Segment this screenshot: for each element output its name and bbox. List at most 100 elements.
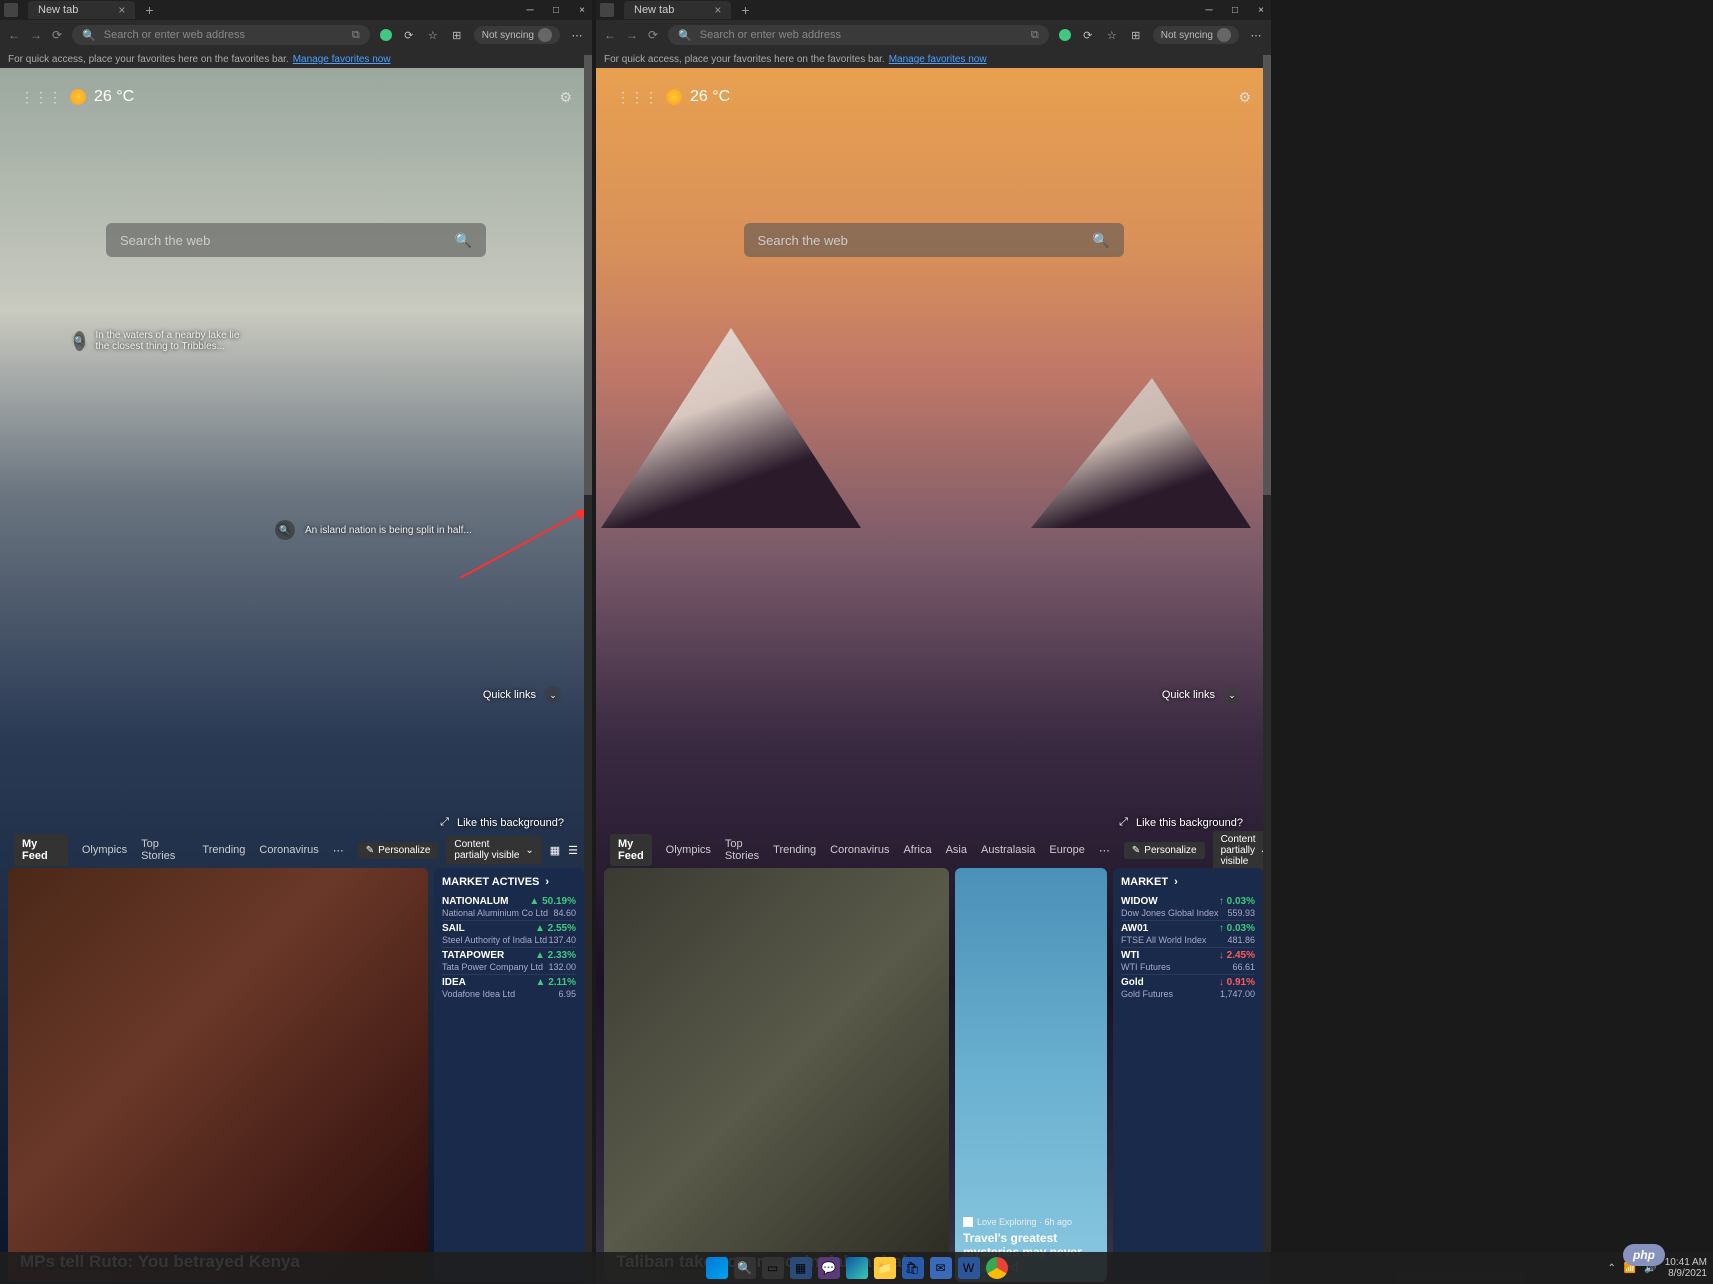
content-visibility-button[interactable]: Content partially visible⌄: [446, 836, 541, 864]
new-tab-button[interactable]: +: [145, 2, 153, 18]
feed-tab-more[interactable]: ⋯: [333, 844, 344, 857]
reader-icon[interactable]: ⧉: [1031, 29, 1039, 42]
ntp-search-box[interactable]: Search the web 🔍: [744, 223, 1124, 257]
image-hotspot[interactable]: 🔍 An island nation is being split in hal…: [275, 520, 472, 540]
feed-tab-trending[interactable]: Trending: [773, 844, 816, 856]
maximize-icon[interactable]: □: [1229, 5, 1241, 16]
tray-chevron-icon[interactable]: ⌃: [1607, 1263, 1615, 1274]
personalize-button[interactable]: ✎Personalize: [358, 842, 439, 859]
back-icon[interactable]: ←: [8, 28, 20, 42]
extension-icon[interactable]: [1059, 29, 1071, 41]
collections-icon[interactable]: ⊞: [1129, 28, 1143, 42]
chat-icon[interactable]: 💬: [818, 1257, 840, 1279]
market-row[interactable]: SAIL▲ 2.55% Steel Authority of India Ltd…: [442, 920, 576, 947]
like-background[interactable]: ⤢ Like this background?: [1119, 816, 1243, 829]
mail-icon[interactable]: ✉: [930, 1257, 952, 1279]
sync-icon[interactable]: ⟳: [402, 28, 416, 42]
personalize-button[interactable]: ✎Personalize: [1124, 842, 1205, 859]
ntp-search-box[interactable]: Search the web 🔍: [106, 223, 486, 257]
feed-tab-europe[interactable]: Europe: [1049, 844, 1084, 856]
like-background[interactable]: ⤢ Like this background?: [440, 816, 564, 829]
menu-icon[interactable]: ⋯: [570, 28, 584, 42]
news-side-card[interactable]: Love Exploring · 6h ago Travel's greates…: [955, 868, 1107, 1282]
market-row[interactable]: NATIONALUM▲ 50.19% National Aluminium Co…: [442, 894, 576, 920]
market-row[interactable]: AW01↑ 0.03% FTSE All World Index481.86: [1121, 920, 1255, 947]
settings-gear-icon[interactable]: ⚙: [1238, 89, 1251, 106]
chevron-down-icon[interactable]: ⌄: [544, 686, 562, 704]
market-row[interactable]: TATAPOWER▲ 2.33% Tata Power Company Ltd1…: [442, 947, 576, 974]
chrome-icon[interactable]: [986, 1257, 1008, 1279]
feed-tab-more[interactable]: ⋯: [1099, 844, 1110, 857]
refresh-icon[interactable]: ⟳: [52, 28, 62, 42]
address-bar[interactable]: 🔍 Search or enter web address ⧉: [668, 25, 1049, 45]
minimize-icon[interactable]: ─: [1203, 5, 1215, 16]
news-hero-card[interactable]: Taliban takes over provincial capital: [604, 868, 949, 1282]
feed-tab-olympics[interactable]: Olympics: [666, 844, 711, 856]
new-tab-button[interactable]: +: [741, 2, 749, 18]
feed-tab-australasia[interactable]: Australasia: [981, 844, 1035, 856]
news-hero-card[interactable]: MPs tell Ruto: You betrayed Kenya: [8, 868, 428, 1282]
weather-widget[interactable]: ⋮⋮⋮ 26 °C: [20, 88, 134, 106]
extension-icon[interactable]: [380, 29, 392, 41]
maximize-icon[interactable]: □: [550, 5, 562, 16]
back-icon[interactable]: ←: [604, 28, 616, 42]
close-window-icon[interactable]: ×: [1255, 5, 1267, 16]
feed-tab-africa[interactable]: Africa: [903, 844, 931, 856]
store-icon[interactable]: 🛍: [902, 1257, 924, 1279]
address-bar[interactable]: 🔍 Search or enter web address ⧉: [72, 25, 370, 45]
sync-icon[interactable]: ⟳: [1081, 28, 1095, 42]
feed-tab-asia[interactable]: Asia: [946, 844, 967, 856]
market-row[interactable]: WTI↓ 2.45% WTI Futures66.61: [1121, 947, 1255, 974]
market-row[interactable]: IDEA▲ 2.11% Vodafone Idea Ltd6.95: [442, 974, 576, 1001]
scrollbar-thumb[interactable]: [1263, 55, 1271, 495]
profile-sync-pill[interactable]: Not syncing: [1153, 26, 1239, 44]
clock[interactable]: 10:41 AM 8/9/2021: [1665, 1257, 1707, 1279]
feed-tab-myfeed[interactable]: My Feed: [610, 834, 652, 866]
feed-tab-coronavirus[interactable]: Coronavirus: [830, 844, 889, 856]
market-widget[interactable]: MARKET› WIDOW↑ 0.03% Dow Jones Global In…: [1113, 868, 1263, 1282]
quick-links[interactable]: Quick links ⌄: [483, 686, 562, 704]
chevron-down-icon[interactable]: ⌄: [1223, 686, 1241, 704]
favorites-icon[interactable]: ☆: [1105, 28, 1119, 42]
search-submit-icon[interactable]: 🔍: [1092, 232, 1109, 249]
layout-list-icon[interactable]: ☰: [568, 844, 578, 857]
apps-grid-icon[interactable]: ⋮⋮⋮: [616, 89, 658, 106]
profile-sync-pill[interactable]: Not syncing: [474, 26, 560, 44]
layout-grid-icon[interactable]: ▦: [550, 844, 560, 857]
task-view-icon[interactable]: ▭: [762, 1257, 784, 1279]
scrollbar[interactable]: [584, 55, 592, 1284]
browser-tab[interactable]: New tab ×: [28, 1, 135, 19]
apps-grid-icon[interactable]: ⋮⋮⋮: [20, 89, 62, 106]
feed-tab-coronavirus[interactable]: Coronavirus: [259, 844, 318, 856]
edge-icon[interactable]: [846, 1257, 868, 1279]
manage-favorites-link[interactable]: Manage favorites now: [889, 54, 987, 65]
market-row[interactable]: Gold↓ 0.91% Gold Futures1,747.00: [1121, 974, 1255, 1001]
feed-tab-myfeed[interactable]: My Feed: [14, 834, 68, 866]
scrollbar[interactable]: [1263, 55, 1271, 1284]
expand-icon[interactable]: ⤢: [1119, 816, 1128, 829]
start-icon[interactable]: [706, 1257, 728, 1279]
reader-icon[interactable]: ⧉: [352, 29, 360, 42]
word-icon[interactable]: W: [958, 1257, 980, 1279]
manage-favorites-link[interactable]: Manage favorites now: [293, 54, 391, 65]
feed-tab-topstories[interactable]: Top Stories: [141, 838, 188, 862]
favorites-icon[interactable]: ☆: [426, 28, 440, 42]
browser-tab[interactable]: New tab ×: [624, 1, 731, 19]
market-row[interactable]: WIDOW↑ 0.03% Dow Jones Global Index559.9…: [1121, 894, 1255, 920]
feed-tab-topstories[interactable]: Top Stories: [725, 838, 759, 862]
forward-icon[interactable]: →: [626, 28, 638, 42]
close-tab-icon[interactable]: ×: [118, 3, 125, 17]
refresh-icon[interactable]: ⟳: [648, 28, 658, 42]
forward-icon[interactable]: →: [30, 28, 42, 42]
search-submit-icon[interactable]: 🔍: [455, 232, 472, 249]
file-explorer-icon[interactable]: 📁: [874, 1257, 896, 1279]
widgets-icon[interactable]: ▦: [790, 1257, 812, 1279]
market-widget[interactable]: MARKET ACTIVES› NATIONALUM▲ 50.19% Natio…: [434, 868, 584, 1282]
settings-gear-icon[interactable]: ⚙: [559, 89, 572, 106]
feed-tab-trending[interactable]: Trending: [202, 844, 245, 856]
expand-icon[interactable]: ⤢: [440, 816, 449, 829]
weather-widget[interactable]: ⋮⋮⋮ 26 °C: [616, 88, 730, 106]
close-tab-icon[interactable]: ×: [714, 3, 721, 17]
image-hotspot[interactable]: 🔍 In the waters of a nearby lake lie the…: [74, 330, 254, 352]
collections-icon[interactable]: ⊞: [450, 28, 464, 42]
